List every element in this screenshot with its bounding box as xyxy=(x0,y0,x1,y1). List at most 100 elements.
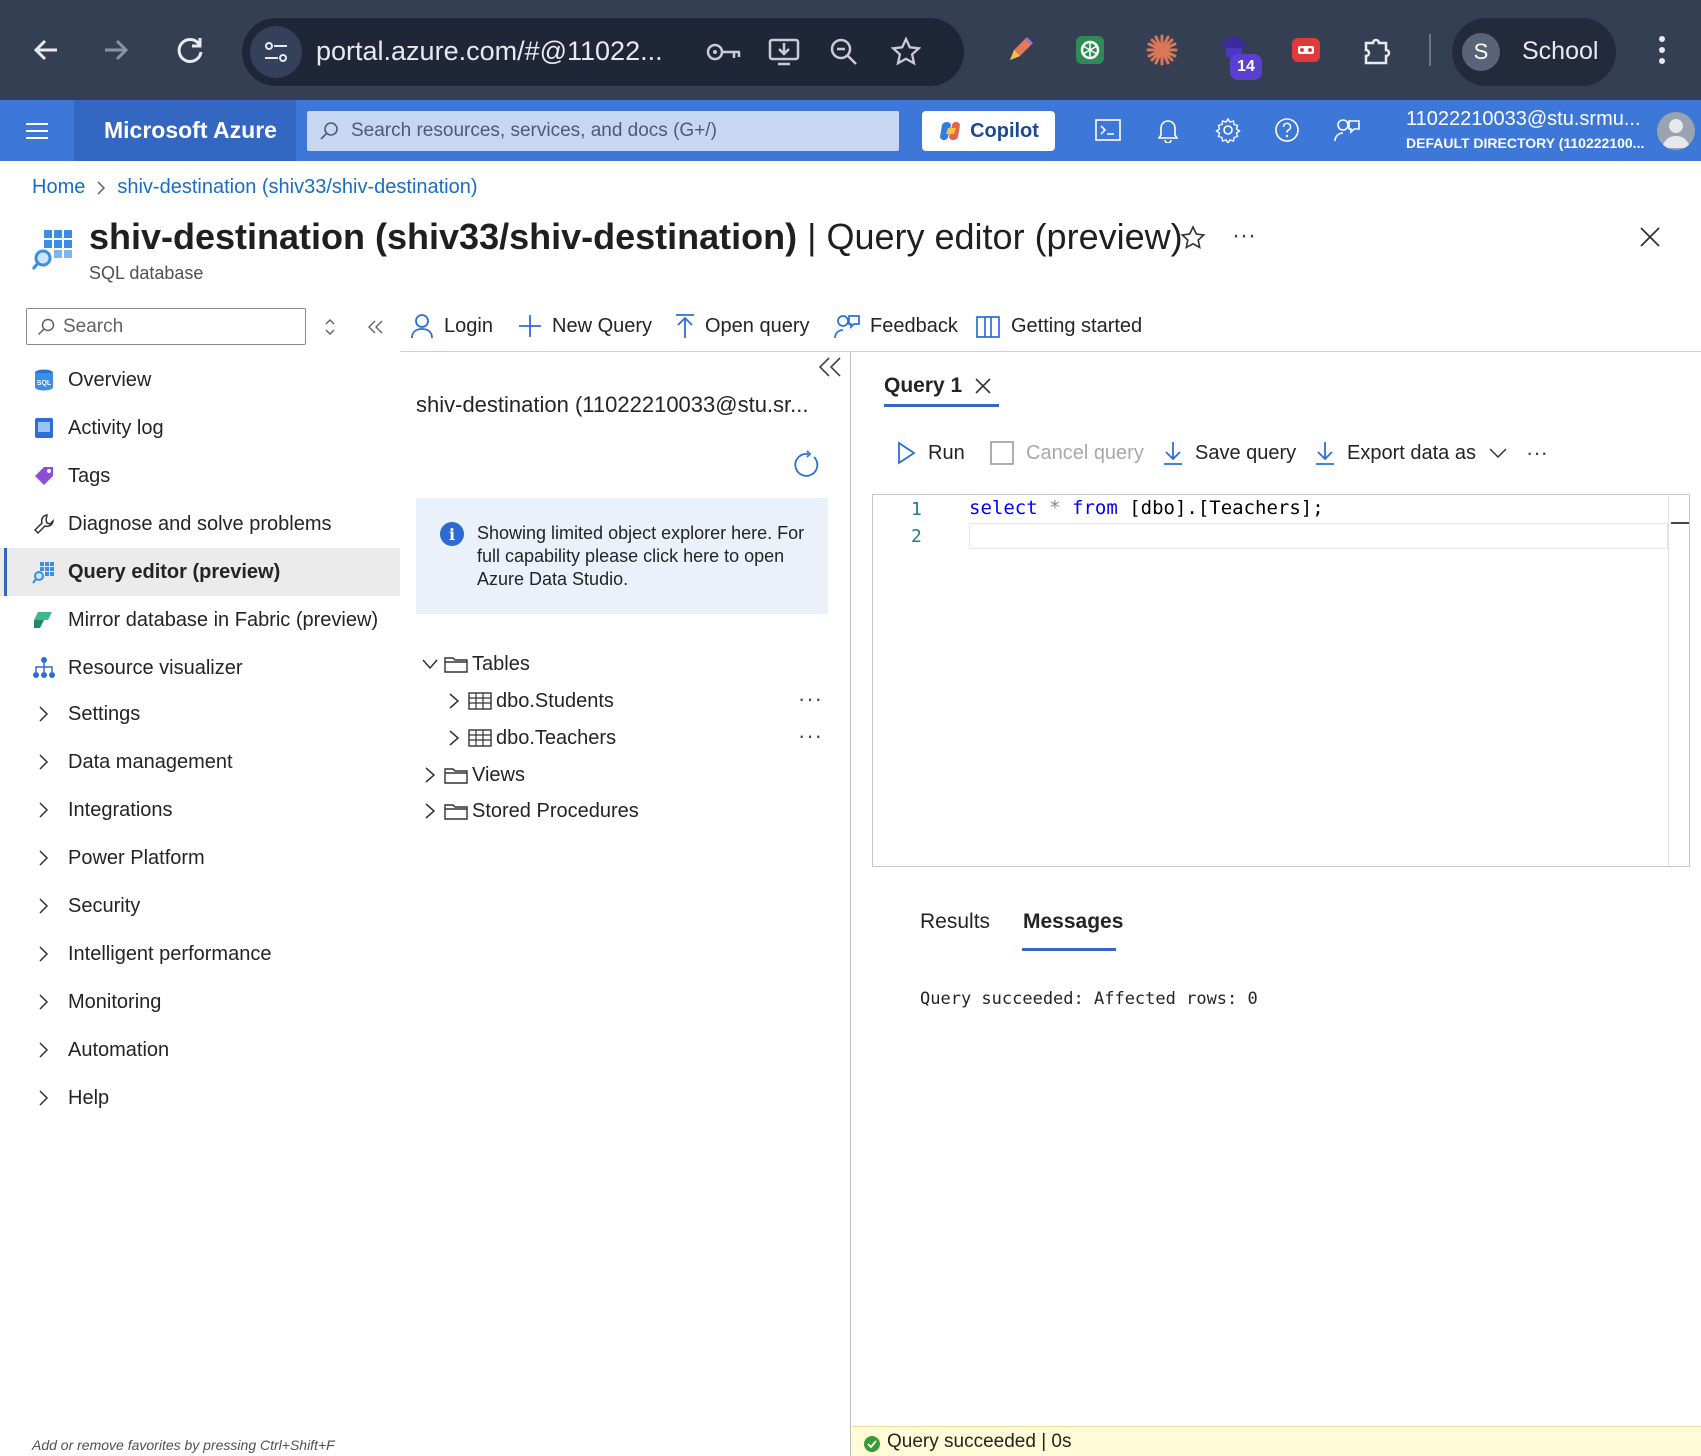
favorite-star-icon[interactable] xyxy=(1180,225,1210,255)
browser-toolbar: portal.azure.com/#@11022... 14 S School xyxy=(0,0,1701,100)
nav-item-label: Integrations xyxy=(68,798,173,821)
nav-item-query-editor-preview[interactable]: Query editor (preview) xyxy=(0,548,400,596)
extensions-puzzle-icon[interactable] xyxy=(1358,30,1398,70)
login-label: Login xyxy=(444,314,493,337)
tree-node-teachers[interactable]: dbo.Teachers xyxy=(444,723,616,753)
info-banner-text: Showing limited object explorer here. Fo… xyxy=(477,523,805,589)
nav-item-power-platform[interactable]: Power Platform xyxy=(0,834,400,882)
copilot-button[interactable]: Copilot xyxy=(922,111,1055,151)
close-blade-icon[interactable] xyxy=(1638,225,1668,255)
nav-search-input[interactable]: Search xyxy=(26,308,306,345)
export-data-button[interactable]: Export data as xyxy=(1315,436,1508,470)
install-app-icon[interactable] xyxy=(766,34,802,70)
tab-messages[interactable]: Messages xyxy=(1023,910,1123,934)
nav-item-label: Help xyxy=(68,1086,110,1109)
teachers-more-button[interactable]: ··· xyxy=(798,723,823,749)
title-more-button[interactable]: ··· xyxy=(1232,222,1256,250)
claude-extension-icon[interactable] xyxy=(1142,30,1182,70)
nav-item-integrations[interactable]: Integrations xyxy=(0,786,400,834)
toolbar-divider xyxy=(1429,34,1431,66)
code-line-1[interactable]: select * from [dbo].[Teachers]; xyxy=(969,497,1324,519)
getting-started-button[interactable]: Getting started xyxy=(975,308,1142,344)
favorites-hint: Add or remove favorites by pressing Ctrl… xyxy=(32,1437,335,1453)
hierarchy-icon xyxy=(32,656,56,680)
forward-icon[interactable] xyxy=(88,22,144,78)
breadcrumb-home[interactable]: Home xyxy=(32,176,85,199)
browser-menu-icon[interactable] xyxy=(1634,22,1690,78)
open-query-button[interactable]: Open query xyxy=(675,308,810,344)
tab-query-1[interactable]: Query 1 xyxy=(884,366,992,406)
nav-item-data-management[interactable]: Data management xyxy=(0,738,400,786)
feedback-button[interactable]: Feedback xyxy=(834,308,958,344)
refresh-icon[interactable] xyxy=(792,450,820,478)
chatgpt-extension-icon[interactable] xyxy=(1070,30,1110,70)
feedback-person-icon[interactable] xyxy=(1331,114,1363,146)
help-icon[interactable] xyxy=(1271,114,1303,146)
nav-item-help[interactable]: Help xyxy=(0,1074,400,1122)
students-more-button[interactable]: ··· xyxy=(798,686,823,712)
sql-editor[interactable]: 1 2 select * from [dbo].[Teachers]; xyxy=(872,494,1690,867)
nav-item-diagnose-and-solve-problems[interactable]: Diagnose and solve problems xyxy=(0,500,400,548)
notifications-bell-icon[interactable] xyxy=(1152,114,1184,146)
tree-node-students[interactable]: dbo.Students xyxy=(444,686,614,716)
login-button[interactable]: Login xyxy=(410,308,493,344)
record-extension-icon[interactable] xyxy=(1286,30,1326,70)
nav-item-settings[interactable]: Settings xyxy=(0,690,400,738)
query-tab-label: Query 1 xyxy=(884,374,963,397)
nav-item-activity-log[interactable]: Activity log xyxy=(0,404,400,452)
tree-node-procedures[interactable]: Stored Procedures xyxy=(420,796,639,826)
nav-item-security[interactable]: Security xyxy=(0,882,400,930)
profile-button[interactable]: S School xyxy=(1452,18,1616,86)
reload-icon[interactable] xyxy=(162,22,218,78)
sql-database-icon: SQL xyxy=(32,368,56,392)
result-message: Query succeeded: Affected rows: 0 xyxy=(920,989,1258,1009)
table-icon xyxy=(468,729,492,747)
tree-node-views[interactable]: Views xyxy=(420,760,525,790)
close-tab-icon[interactable] xyxy=(974,377,992,395)
tab-results[interactable]: Results xyxy=(920,910,990,934)
nav-item-mirror-database-in-fabric-preview[interactable]: Mirror database in Fabric (preview) xyxy=(0,596,400,644)
back-icon[interactable] xyxy=(18,22,74,78)
save-query-button[interactable]: Save query xyxy=(1163,436,1296,470)
pen-extension-icon[interactable] xyxy=(1000,30,1040,70)
collapse-explorer-icon[interactable] xyxy=(816,354,844,380)
azure-brand[interactable]: Microsoft Azure xyxy=(74,100,296,161)
nav-item-overview[interactable]: SQL Overview xyxy=(0,356,400,404)
global-search-input[interactable]: Search resources, services, and docs (G+… xyxy=(307,111,899,151)
pane-splitter[interactable] xyxy=(850,352,851,1456)
nav-item-automation[interactable]: Automation xyxy=(0,1026,400,1074)
cloud-shell-icon[interactable] xyxy=(1092,114,1124,146)
activity-log-icon xyxy=(32,416,56,440)
nav-item-monitoring[interactable]: Monitoring xyxy=(0,978,400,1026)
info-banner[interactable]: i Showing limited object explorer here. … xyxy=(416,498,828,614)
settings-gear-icon[interactable] xyxy=(1212,114,1244,146)
nav-item-resource-visualizer[interactable]: Resource visualizer xyxy=(0,644,400,692)
portal-menu-icon[interactable] xyxy=(22,116,52,146)
sort-updown-icon[interactable] xyxy=(320,316,340,338)
bookmark-star-icon[interactable] xyxy=(888,34,924,70)
collapse-nav-icon[interactable] xyxy=(364,316,386,338)
run-button[interactable]: Run xyxy=(896,436,965,470)
password-key-icon[interactable] xyxy=(706,34,742,70)
cancel-query-button[interactable]: Cancel query xyxy=(990,436,1144,470)
editor-more-button[interactable]: ··· xyxy=(1526,436,1548,470)
getting-started-label: Getting started xyxy=(1011,314,1143,337)
active-result-tab-indicator xyxy=(1022,948,1116,951)
chevron-right-icon xyxy=(97,180,106,195)
global-search-placeholder: Search resources, services, and docs (G+… xyxy=(351,120,717,141)
nav-item-intelligent-performance[interactable]: Intelligent performance xyxy=(0,930,400,978)
zoom-icon[interactable] xyxy=(826,34,862,70)
tree-node-tables[interactable]: Tables xyxy=(420,649,530,679)
address-bar[interactable]: portal.azure.com/#@11022... xyxy=(242,18,964,86)
site-settings-icon[interactable] xyxy=(250,26,302,78)
info-icon: i xyxy=(440,522,464,546)
editor-scrollbar[interactable] xyxy=(1668,495,1669,866)
feedback-label: Feedback xyxy=(870,314,958,337)
search-icon xyxy=(320,122,338,140)
nav-item-tags[interactable]: Tags xyxy=(0,452,400,500)
account-name[interactable]: 11022210033@stu.srmu... xyxy=(1406,108,1641,131)
page-title-blade: | Query editor (preview) xyxy=(797,216,1183,257)
account-avatar[interactable] xyxy=(1657,112,1695,150)
breadcrumb-resource[interactable]: shiv-destination (shiv33/shiv-destinatio… xyxy=(117,176,477,199)
new-query-button[interactable]: New Query xyxy=(518,308,652,344)
